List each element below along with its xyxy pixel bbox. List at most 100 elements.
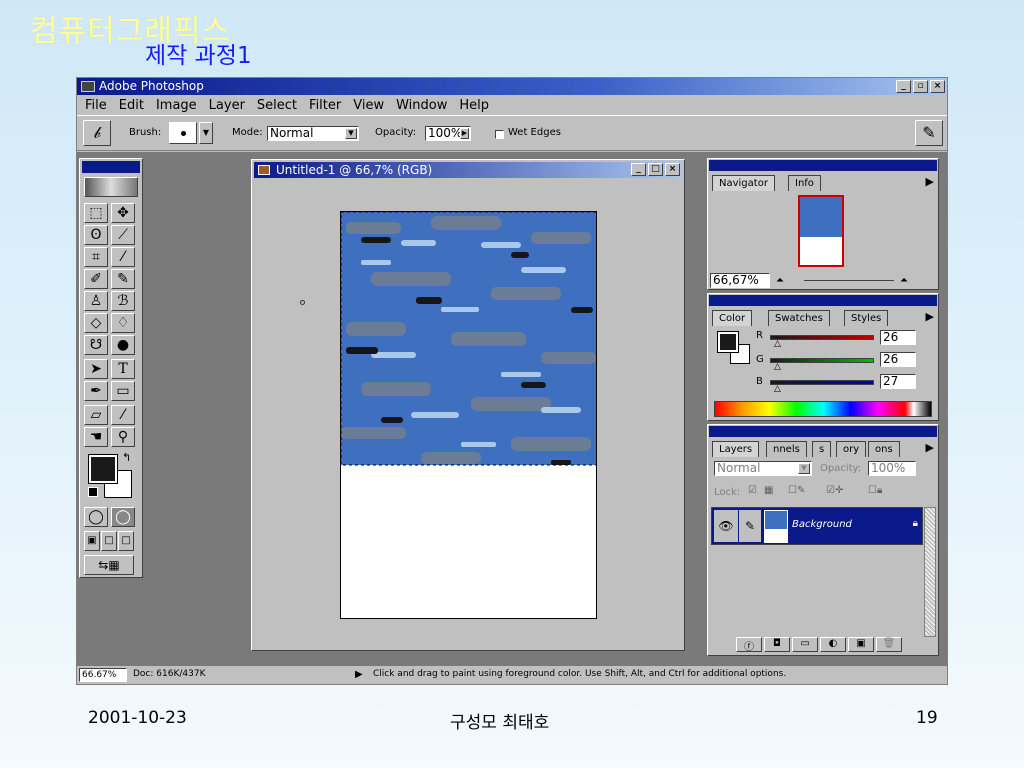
- standard-mode-icon[interactable]: ◯: [84, 507, 108, 527]
- palette-well-button[interactable]: ✎: [915, 120, 943, 146]
- doc-minimize-button[interactable]: _: [631, 163, 646, 176]
- channel-g-thumb-icon[interactable]: △: [774, 362, 781, 372]
- screen-mode-full-icon[interactable]: □: [118, 531, 134, 551]
- channel-b-thumb-icon[interactable]: △: [774, 384, 781, 394]
- channel-b-field[interactable]: 27: [880, 374, 916, 389]
- navigator-zoom-slider[interactable]: [804, 280, 894, 281]
- tab-navigator[interactable]: Navigator: [712, 175, 775, 191]
- layer-row-background[interactable]: 👁︎ ✎ Background 🔒︎: [711, 507, 923, 545]
- magic-wand-tool-icon[interactable]: ⟋: [111, 225, 135, 245]
- tool-preset-picker[interactable]: 𝒷: [83, 120, 111, 146]
- menu-edit[interactable]: Edit: [115, 98, 148, 113]
- type-tool-icon[interactable]: T: [111, 359, 135, 379]
- tab-styles[interactable]: Styles: [844, 310, 889, 326]
- crop-tool-icon[interactable]: ⌗: [84, 247, 108, 267]
- brush-dropdown[interactable]: ▼: [199, 122, 213, 144]
- color-spectrum-bar[interactable]: [714, 401, 932, 417]
- channel-r-thumb-icon[interactable]: △: [774, 339, 781, 349]
- zoom-tool-icon[interactable]: ⚲: [111, 427, 135, 447]
- add-mask-icon[interactable]: ◘: [764, 637, 790, 652]
- channel-b-slider[interactable]: [770, 380, 874, 385]
- healing-brush-tool-icon[interactable]: ✐: [84, 269, 108, 289]
- opacity-field[interactable]: 100% ▶: [425, 126, 471, 141]
- opacity-arrow[interactable]: ▶: [460, 128, 469, 139]
- eraser-tool-icon[interactable]: ◇: [84, 313, 108, 333]
- panel-menu-icon[interactable]: ▶: [926, 175, 934, 188]
- tab-channels[interactable]: nnels: [766, 441, 807, 457]
- marquee-tool-icon[interactable]: ⬚: [84, 203, 108, 223]
- document-canvas[interactable]: [340, 211, 597, 619]
- blend-mode-select[interactable]: Normal ▼: [714, 461, 812, 476]
- foreground-color-swatch[interactable]: [88, 454, 118, 484]
- close-button[interactable]: ×: [930, 80, 945, 93]
- menu-help[interactable]: Help: [455, 98, 493, 113]
- move-tool-icon[interactable]: ✥: [111, 203, 135, 223]
- menu-select[interactable]: Select: [253, 98, 301, 113]
- status-zoom-field[interactable]: 66.67%: [79, 668, 127, 682]
- rectangle-tool-icon[interactable]: ▭: [111, 381, 135, 401]
- navigator-zoom-field[interactable]: 66,67%: [710, 273, 770, 288]
- adobe-online-icon[interactable]: [84, 177, 138, 197]
- color-fg-swatch[interactable]: [717, 331, 739, 353]
- channel-g-field[interactable]: 26: [880, 352, 916, 367]
- wet-edges-checkbox[interactable]: [495, 130, 504, 139]
- quick-mask-mode-icon[interactable]: ◯: [111, 507, 135, 527]
- menu-window[interactable]: Window: [392, 98, 451, 113]
- lasso-tool-icon[interactable]: ʘ: [84, 225, 108, 245]
- lock-move-icon[interactable]: ☑✛: [826, 485, 843, 496]
- zoom-in-icon[interactable]: ⏶: [900, 275, 908, 286]
- minimize-button[interactable]: _: [896, 80, 911, 93]
- tab-actions[interactable]: ons: [868, 441, 900, 457]
- lock-transparency-icon[interactable]: ☑: [748, 485, 757, 496]
- zoom-out-icon[interactable]: ⏶: [776, 275, 784, 286]
- color-panel-menu-icon[interactable]: ▶: [926, 310, 934, 323]
- path-selection-tool-icon[interactable]: ➤: [84, 359, 108, 379]
- brush-tool-icon[interactable]: ✎: [111, 269, 135, 289]
- menu-layer[interactable]: Layer: [205, 98, 249, 113]
- tab-layers[interactable]: Layers: [712, 441, 760, 457]
- status-menu-arrow-icon[interactable]: ▶: [355, 667, 363, 682]
- lock-position-icon[interactable]: ☐✎: [788, 485, 805, 496]
- mode-select[interactable]: Normal ▼: [267, 126, 359, 141]
- menu-filter[interactable]: Filter: [305, 98, 345, 113]
- lock-image-icon[interactable]: ▦: [764, 485, 773, 496]
- layers-panel-menu-icon[interactable]: ▶: [926, 441, 934, 454]
- tab-history[interactable]: ory: [836, 441, 867, 457]
- delete-layer-icon[interactable]: 🗑︎: [876, 637, 902, 652]
- blend-mode-arrow[interactable]: ▼: [798, 463, 810, 474]
- restore-button[interactable]: ▫: [913, 80, 928, 93]
- channel-r-field[interactable]: 26: [880, 330, 916, 345]
- history-brush-tool-icon[interactable]: ℬ: [111, 291, 135, 311]
- dodge-tool-icon[interactable]: ●: [111, 335, 135, 355]
- new-layer-icon[interactable]: ▣: [848, 637, 874, 652]
- tab-info[interactable]: Info: [788, 175, 821, 191]
- default-colors-icon[interactable]: [88, 487, 98, 497]
- eyedropper-tool-icon[interactable]: ⁄: [111, 405, 135, 425]
- mode-dropdown-arrow[interactable]: ▼: [345, 128, 357, 139]
- brush-preview[interactable]: [169, 122, 197, 144]
- paint-bucket-tool-icon[interactable]: ♢: [111, 313, 135, 333]
- clone-stamp-tool-icon[interactable]: ♙: [84, 291, 108, 311]
- jump-to-imageready-icon[interactable]: ⇆▦: [84, 555, 134, 575]
- channel-r-slider[interactable]: [770, 335, 874, 340]
- layers-scrollbar[interactable]: [924, 507, 936, 637]
- doc-maximize-button[interactable]: □: [648, 163, 663, 176]
- notes-tool-icon[interactable]: ▱: [84, 405, 108, 425]
- screen-mode-standard-icon[interactable]: ▣: [84, 531, 100, 551]
- blur-tool-icon[interactable]: ☋: [84, 335, 108, 355]
- new-set-icon[interactable]: ▭: [792, 637, 818, 652]
- layer-name[interactable]: Background: [792, 519, 852, 530]
- tab-paths[interactable]: s: [812, 441, 832, 457]
- doc-close-button[interactable]: ×: [665, 163, 680, 176]
- screen-mode-menubar-icon[interactable]: □: [101, 531, 117, 551]
- tab-color[interactable]: Color: [712, 310, 753, 326]
- slice-tool-icon[interactable]: ⁄: [111, 247, 135, 267]
- adjustment-layer-icon[interactable]: ◐: [820, 637, 846, 652]
- channel-g-slider[interactable]: [770, 358, 874, 363]
- lock-all-icon[interactable]: ☐🔒︎: [868, 485, 882, 496]
- swap-colors-icon[interactable]: ↰: [122, 451, 131, 464]
- layer-opacity-field[interactable]: 100%: [868, 461, 916, 476]
- menu-view[interactable]: View: [349, 98, 388, 113]
- add-layer-style-icon[interactable]: ⓕ: [736, 637, 762, 653]
- tab-swatches[interactable]: Swatches: [768, 310, 830, 326]
